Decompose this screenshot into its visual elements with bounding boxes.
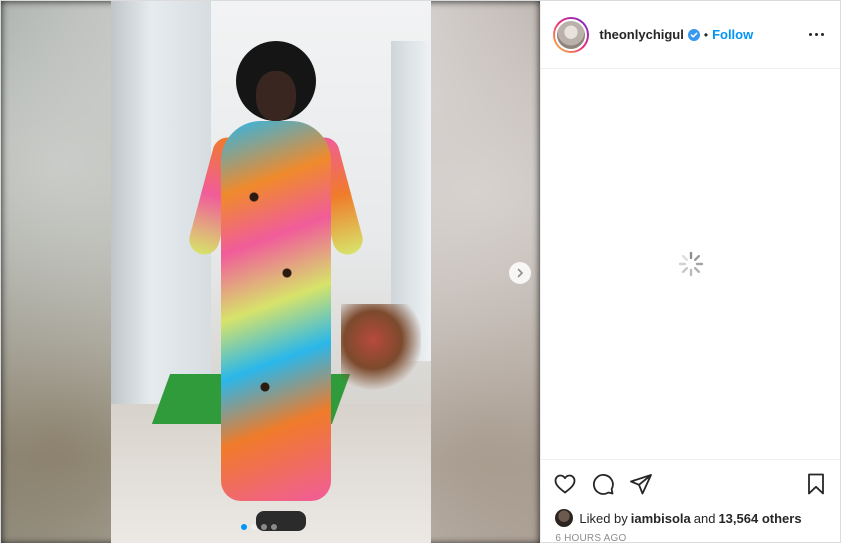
liker-avatar[interactable] <box>555 509 574 527</box>
follow-button[interactable]: Follow <box>712 27 753 42</box>
liker-username-link[interactable]: iambisola <box>631 511 691 526</box>
carousel-dot-active <box>241 524 247 530</box>
likes-others-link[interactable]: 13,564 others <box>718 511 801 526</box>
carousel-dot <box>261 524 267 530</box>
post-photo[interactable] <box>111 1 431 543</box>
post-media[interactable] <box>1 1 541 543</box>
comment-icon[interactable] <box>591 472 615 496</box>
likes-prefix: Liked by <box>579 510 628 526</box>
post-sidebar: theonlychigul • Follow Liked by iambisol… <box>540 1 840 543</box>
likes-summary: Liked by iambisola and 13,564 others <box>541 507 840 529</box>
avatar[interactable] <box>555 18 588 51</box>
photo-plants <box>341 304 421 394</box>
comments-area <box>541 69 840 459</box>
carousel-dot <box>251 524 257 530</box>
share-icon[interactable] <box>629 472 653 496</box>
person-dress <box>221 121 331 501</box>
instagram-post: theonlychigul • Follow Liked by iambisol… <box>0 0 841 543</box>
action-bar <box>541 459 840 507</box>
photo-person <box>185 41 367 531</box>
header-separator: • <box>703 27 709 42</box>
carousel-next-button[interactable] <box>509 262 531 284</box>
more-options-icon[interactable] <box>809 27 824 42</box>
carousel-dots <box>241 524 277 530</box>
verified-badge-icon <box>687 28 700 41</box>
story-ring[interactable] <box>553 16 590 53</box>
username-link[interactable]: theonlychigul <box>599 27 684 42</box>
carousel-dot <box>271 524 277 530</box>
post-header: theonlychigul • Follow <box>541 1 840 69</box>
bookmark-icon[interactable] <box>804 472 828 496</box>
heart-icon[interactable] <box>553 472 577 496</box>
loading-spinner-icon <box>678 251 703 277</box>
chevron-right-icon <box>517 268 524 278</box>
person-face <box>256 71 296 121</box>
likes-joiner: and <box>693 510 716 526</box>
post-timestamp[interactable]: 6 HOURS AGO <box>541 529 840 543</box>
